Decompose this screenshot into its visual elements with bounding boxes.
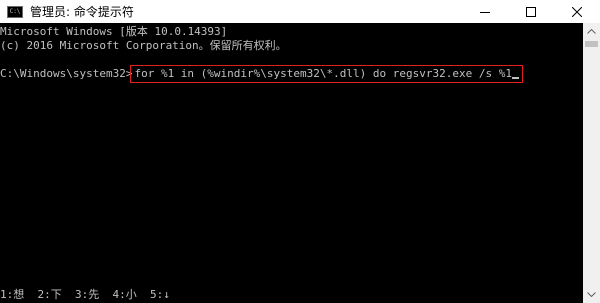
ime-candidate-bar[interactable]: 1:想 2:下 3:先 4:小 5:↓ (0, 288, 170, 302)
window-title: 管理员: 命令提示符 (30, 5, 134, 19)
command-highlight-box[interactable]: for %1 in (%windir%\system32\*.dll) do r… (130, 65, 523, 83)
console-output[interactable]: Microsoft Windows [版本 10.0.14393] (c) 20… (0, 23, 583, 303)
scroll-down-button[interactable] (583, 286, 600, 303)
prompt-line: C:\Windows\system32> for %1 in (%windir%\… (0, 65, 523, 83)
minimize-icon (480, 11, 490, 13)
close-icon (572, 6, 582, 17)
cmd-icon-glyph: C:\ (9, 7, 21, 15)
cmd-icon[interactable]: C:\ (7, 5, 23, 18)
console-line-version: Microsoft Windows [版本 10.0.14393] (0, 25, 228, 38)
maximize-button[interactable] (508, 0, 554, 23)
command-text: for %1 in (%windir%\system32\*.dll) do r… (134, 67, 512, 80)
close-button[interactable] (554, 0, 600, 23)
console-line-copyright: (c) 2016 Microsoft Corporation。保留所有权利。 (0, 39, 287, 52)
title-bar[interactable]: C:\ 管理员: 命令提示符 (0, 0, 600, 23)
chevron-down-icon (587, 292, 596, 297)
scroll-thumb[interactable] (585, 41, 598, 47)
minimize-button[interactable] (462, 0, 508, 23)
chevron-up-icon (587, 29, 596, 34)
command-prompt-window: C:\ 管理员: 命令提示符 Microsoft Windows [版本 10.… (0, 0, 600, 303)
window-controls (462, 0, 600, 23)
prompt-path: C:\Windows\system32> (0, 67, 133, 80)
vertical-scrollbar[interactable] (583, 23, 600, 303)
scroll-up-button[interactable] (583, 23, 600, 40)
text-cursor (511, 77, 519, 79)
maximize-icon (526, 6, 536, 17)
